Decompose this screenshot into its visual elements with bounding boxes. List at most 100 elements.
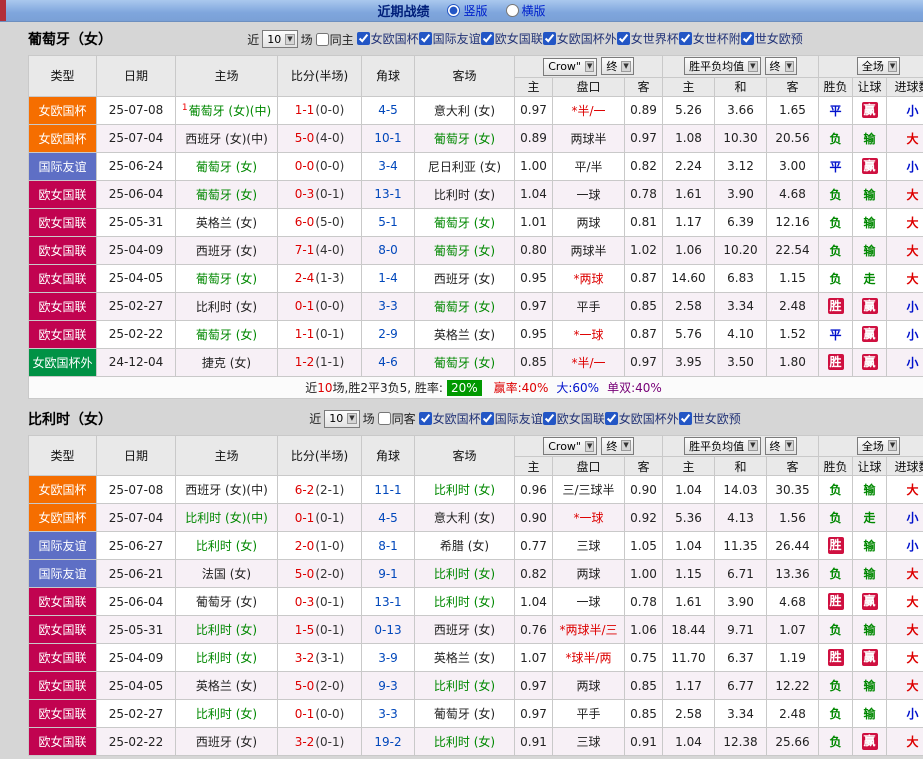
odds-provider-select[interactable]: Crow": [543, 57, 598, 76]
handicap-odds-home: 0.77: [514, 531, 553, 560]
away-team[interactable]: 葡萄牙 (女): [414, 699, 515, 728]
league-filter[interactable]: 女欧国杯: [418, 410, 481, 427]
league-filter-checkbox[interactable]: [678, 32, 692, 45]
avg-type-select[interactable]: 胜平负均值: [684, 57, 761, 76]
league-filter-checkbox[interactable]: [740, 32, 754, 45]
same-away-checkbox-input[interactable]: [377, 412, 391, 425]
league-filter[interactable]: 女欧国杯: [356, 30, 419, 47]
away-team[interactable]: 英格兰 (女): [414, 643, 515, 672]
home-team[interactable]: 比利时 (女): [175, 531, 278, 560]
same-away-checkbox[interactable]: 同客: [377, 410, 416, 427]
away-team[interactable]: 西班牙 (女): [414, 263, 515, 293]
col-avg-draw: 和: [714, 76, 767, 97]
match-row: 国际友谊 25-06-21 法国 (女) 5-0(2-0) 9-1 比利时 (女…: [28, 559, 923, 588]
home-team[interactable]: 英格兰 (女): [175, 207, 278, 237]
match-date: 25-06-04: [96, 179, 176, 209]
league-filter[interactable]: 世女欧预: [678, 410, 741, 427]
home-team[interactable]: 葡萄牙 (女): [175, 151, 278, 181]
league-filter-checkbox[interactable]: [418, 32, 432, 45]
league-filter[interactable]: 世女欧预: [740, 30, 803, 47]
league-filter[interactable]: 欧女国联: [542, 410, 605, 427]
away-team[interactable]: 葡萄牙 (女): [414, 347, 515, 377]
away-team[interactable]: 比利时 (女): [414, 671, 515, 700]
result-scope-group: 全场: [818, 55, 923, 78]
home-team[interactable]: 葡萄牙 (女): [175, 587, 278, 616]
goals-cell: 大: [886, 587, 923, 616]
league-filter-checkbox[interactable]: [542, 411, 556, 425]
goals-cell: 小: [886, 531, 923, 560]
score: 3-2(3-1): [277, 643, 362, 672]
league-filter[interactable]: 女欧国杯外: [542, 30, 617, 47]
home-team[interactable]: 西班牙 (女)(中): [175, 475, 278, 504]
avg-odds-home: 1.06: [662, 235, 715, 265]
away-team[interactable]: 葡萄牙 (女): [414, 207, 515, 237]
league-filter-checkbox[interactable]: [616, 32, 630, 45]
league-filter[interactable]: 欧女国联: [480, 30, 543, 47]
odds-stage-select[interactable]: 终: [601, 436, 634, 455]
away-team[interactable]: 葡萄牙 (女): [414, 291, 515, 321]
layout-radio-vertical[interactable]: 竖版: [447, 2, 488, 19]
league-filter[interactable]: 女欧国杯外: [604, 410, 679, 427]
scope-select[interactable]: 全场: [856, 57, 901, 76]
avg-stage-select[interactable]: 终: [764, 57, 797, 76]
away-team[interactable]: 比利时 (女): [414, 559, 515, 588]
home-team[interactable]: 西班牙 (女): [175, 727, 278, 756]
league-filter-checkbox[interactable]: [542, 32, 556, 45]
league-filter-checkbox[interactable]: [356, 32, 370, 45]
layout-radio-horizontal[interactable]: 横版: [505, 2, 546, 19]
away-team[interactable]: 葡萄牙 (女): [414, 123, 515, 153]
goals-badge: 小: [906, 103, 919, 118]
home-team[interactable]: 捷克 (女): [175, 347, 278, 377]
away-team[interactable]: 比利时 (女): [414, 179, 515, 209]
away-team[interactable]: 尼日利亚 (女): [414, 151, 515, 181]
home-team[interactable]: 比利时 (女): [175, 643, 278, 672]
away-team[interactable]: 英格兰 (女): [414, 319, 515, 349]
away-team[interactable]: 比利时 (女): [414, 727, 515, 756]
league-filter-checkbox[interactable]: [678, 411, 692, 425]
home-team[interactable]: 比利时 (女): [175, 291, 278, 321]
away-team[interactable]: 意大利 (女): [414, 95, 515, 125]
home-team[interactable]: 葡萄牙 (女): [175, 263, 278, 293]
handicap-result-badge: 输: [863, 243, 876, 258]
league-filter-checkbox[interactable]: [480, 32, 494, 45]
league-filter[interactable]: 女世界杯: [616, 30, 679, 47]
home-team[interactable]: 葡萄牙 (女): [175, 319, 278, 349]
league-filter-checkbox[interactable]: [604, 411, 618, 425]
league-filter-checkbox[interactable]: [418, 411, 432, 425]
league-filter[interactable]: 国际友谊: [418, 30, 481, 47]
same-home-checkbox-input[interactable]: [315, 32, 329, 46]
goals-cell: 大: [886, 559, 923, 588]
away-team[interactable]: 意大利 (女): [414, 503, 515, 532]
avg-type-select[interactable]: 胜平负均值: [684, 436, 761, 455]
home-team[interactable]: 比利时 (女): [175, 615, 278, 644]
home-team[interactable]: 比利时 (女)(中): [175, 503, 278, 532]
home-team[interactable]: 英格兰 (女): [175, 671, 278, 700]
home-team[interactable]: 1葡萄牙 (女)(中): [175, 95, 278, 125]
odds-stage-select[interactable]: 终: [601, 57, 634, 75]
league-filter[interactable]: 女世杯附: [678, 30, 741, 47]
avg-odds-group: 胜平负均值终: [661, 434, 820, 457]
away-team[interactable]: 葡萄牙 (女): [414, 235, 515, 265]
home-team[interactable]: 西班牙 (女): [175, 235, 278, 265]
home-team[interactable]: 葡萄牙 (女): [175, 179, 278, 209]
same-home-checkbox[interactable]: 同主: [315, 31, 354, 48]
league-filter[interactable]: 国际友谊: [480, 410, 543, 427]
avg-odds-away: 12.16: [765, 207, 820, 237]
odds-provider-select[interactable]: Crow": [543, 437, 598, 455]
handicap-odds-away: 0.78: [624, 587, 663, 616]
result-badge: 负: [829, 187, 842, 202]
league-filter-checkbox[interactable]: [480, 411, 494, 425]
layout-radio-horizontal-input[interactable]: [505, 4, 519, 17]
away-team[interactable]: 西班牙 (女): [414, 615, 515, 644]
away-team[interactable]: 希腊 (女): [414, 531, 515, 560]
layout-radio-vertical-input[interactable]: [447, 4, 461, 17]
away-team[interactable]: 比利时 (女): [414, 587, 515, 616]
scope-select[interactable]: 全场: [856, 436, 901, 455]
near-count-select[interactable]: 10: [324, 409, 360, 428]
home-team[interactable]: 法国 (女): [175, 559, 278, 588]
avg-stage-select[interactable]: 终: [764, 436, 797, 455]
home-team[interactable]: 比利时 (女): [175, 699, 278, 728]
near-count-select[interactable]: 10: [262, 30, 298, 48]
home-team[interactable]: 西班牙 (女)(中): [175, 123, 278, 153]
away-team[interactable]: 比利时 (女): [414, 475, 515, 504]
